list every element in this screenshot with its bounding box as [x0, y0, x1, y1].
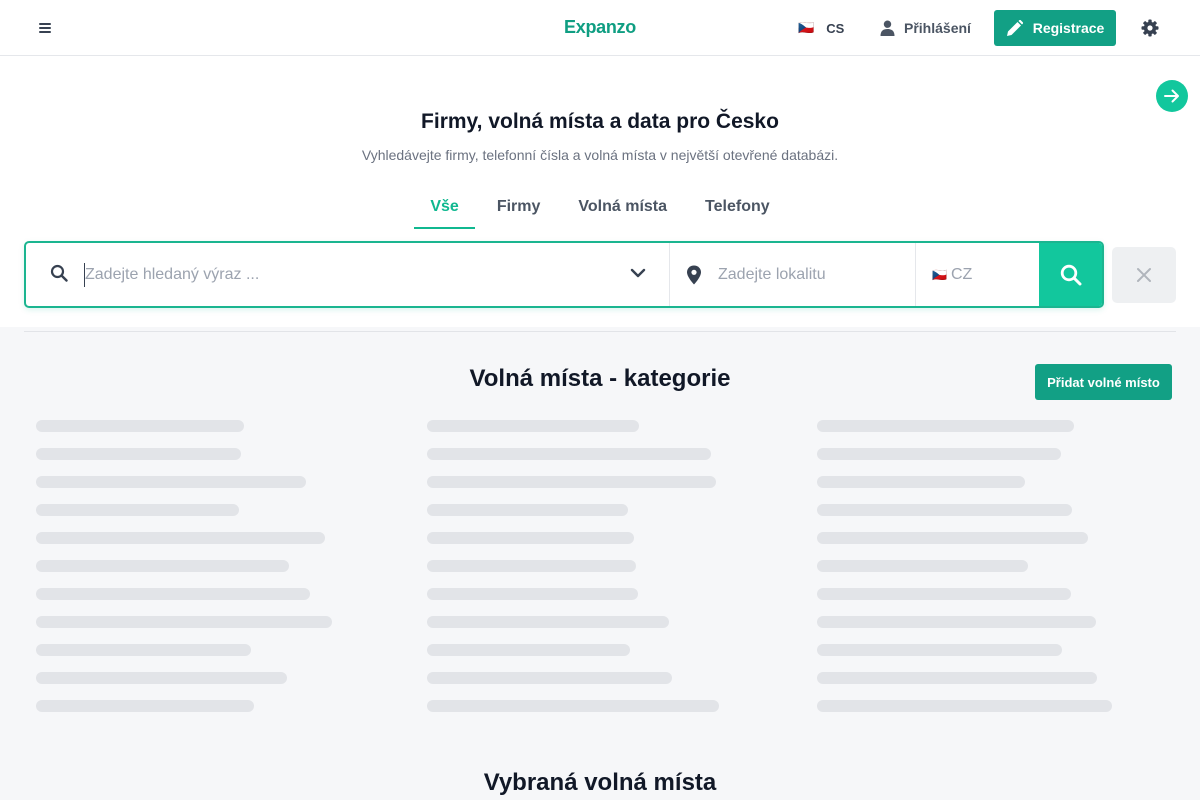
skeleton-line: [36, 644, 251, 656]
country-selector[interactable]: 🇨🇿 CZ: [915, 243, 1039, 306]
skeleton-line: [427, 504, 628, 516]
arrow-right-icon[interactable]: [1156, 80, 1188, 112]
skeleton-line: [817, 672, 1097, 684]
skeleton-line: [427, 700, 719, 712]
user-icon: [880, 20, 895, 36]
top-header: Expanzo 🇨🇿 CS Přihlášení Registrace: [0, 0, 1200, 56]
skeleton-line: [817, 588, 1071, 600]
skeleton-line: [36, 560, 289, 572]
skeleton-line: [427, 588, 638, 600]
skeleton-line: [427, 616, 669, 628]
language-selector[interactable]: 🇨🇿 CS: [790, 14, 852, 42]
skeleton-line: [817, 644, 1062, 656]
flag-icon: 🇨🇿: [932, 267, 947, 282]
logo[interactable]: Expanzo: [564, 17, 636, 37]
page-subtitle: Vyhledávejte firmy, telefonní čísla a vo…: [361, 147, 839, 163]
skeleton-line: [817, 532, 1088, 544]
close-icon: [1137, 268, 1151, 282]
skeleton-line: [817, 420, 1074, 432]
gear-icon[interactable]: [1138, 16, 1162, 40]
skeleton-line: [36, 672, 287, 684]
skeleton-line: [427, 672, 672, 684]
tab-jobs[interactable]: Volná místa: [562, 184, 683, 229]
categories-title: Volná místa - kategorie: [469, 365, 731, 392]
skeleton-line: [817, 448, 1061, 460]
search-input[interactable]: [84, 263, 604, 287]
register-label: Registrace: [1032, 20, 1105, 36]
skeleton-line: [36, 700, 254, 712]
skeleton-line: [36, 420, 244, 432]
tab-phones[interactable]: Telefony: [689, 184, 786, 229]
search-icon: [50, 264, 68, 282]
skeleton-line: [817, 616, 1096, 628]
language-code: CS: [826, 20, 845, 36]
map-pin-icon: [687, 265, 701, 285]
search-bar: 🇨🇿 CZ: [24, 241, 1104, 308]
country-code: CZ: [950, 265, 973, 283]
skeleton-column: [817, 420, 1112, 728]
skeleton-line: [427, 420, 639, 432]
search-tabs: Vše Firmy Volná místa Telefony: [0, 184, 1200, 229]
tab-all[interactable]: Vše: [414, 184, 475, 229]
location-field: [669, 243, 915, 306]
skeleton-line: [817, 560, 1028, 572]
pencil-icon: [1006, 19, 1023, 36]
hamburger-menu-icon[interactable]: [30, 18, 60, 38]
skeleton-line: [36, 504, 239, 516]
login-button[interactable]: Přihlášení: [872, 14, 979, 42]
skeleton-line: [427, 476, 716, 488]
clear-search-button[interactable]: [1112, 247, 1176, 303]
search-icon: [1060, 264, 1081, 285]
skeleton-line: [427, 532, 634, 544]
search-button[interactable]: [1039, 243, 1102, 306]
chevron-down-icon[interactable]: [630, 267, 646, 279]
query-field: [26, 243, 669, 306]
skeleton-line: [36, 532, 325, 544]
section-divider: [24, 331, 1176, 332]
page-title: Firmy, volná místa a data pro Česko: [421, 110, 779, 133]
skeleton-line: [36, 616, 332, 628]
location-input[interactable]: [718, 263, 898, 287]
add-job-button[interactable]: Přidat volné místo: [1035, 364, 1172, 400]
register-button[interactable]: Registrace: [994, 10, 1116, 46]
login-label: Přihlášení: [904, 20, 971, 36]
skeleton-line: [427, 560, 636, 572]
tab-companies[interactable]: Firmy: [481, 184, 557, 229]
flag-icon: 🇨🇿: [798, 20, 815, 35]
skeleton-line: [427, 448, 711, 460]
skeleton-line: [817, 504, 1072, 516]
skeleton-column: [36, 420, 332, 728]
skeleton-line: [36, 476, 306, 488]
skeleton-line: [36, 588, 310, 600]
featured-jobs-title: Vybraná volná místa: [483, 769, 717, 796]
skeleton-line: [817, 476, 1025, 488]
skeleton-line: [427, 644, 630, 656]
skeleton-line: [817, 700, 1112, 712]
skeleton-line: [36, 448, 241, 460]
skeleton-column: [427, 420, 719, 728]
